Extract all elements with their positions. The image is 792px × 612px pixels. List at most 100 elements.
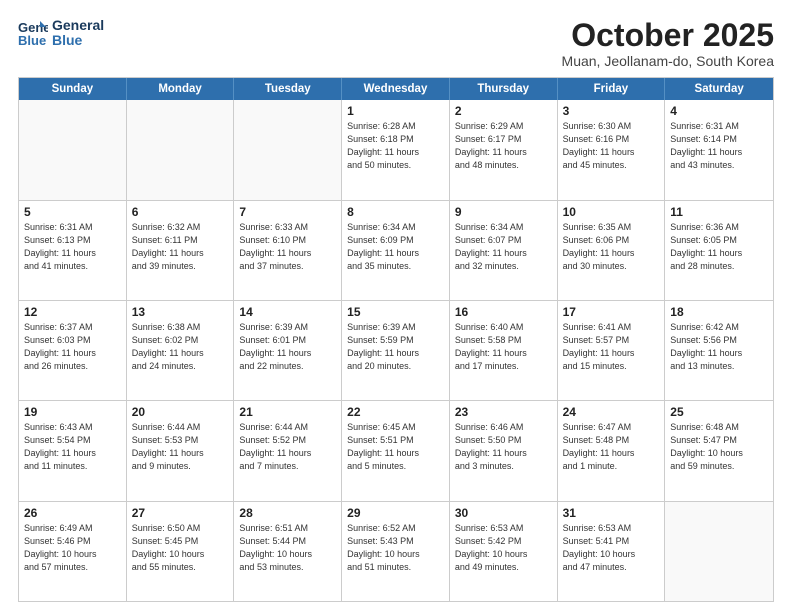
day-cell-3: 3 Sunrise: 6:30 AMSunset: 6:16 PMDaylight… — [558, 100, 666, 199]
day-cell-17: 17Sunrise: 6:41 AMSunset: 5:57 PMDayligh… — [558, 301, 666, 400]
day-number: 27 — [132, 506, 229, 520]
day-number: 2 — [455, 104, 552, 118]
header-day-monday: Monday — [127, 78, 235, 100]
day-cell-2: 2Sunrise: 6:29 AMSunset: 6:17 PMDaylight… — [450, 100, 558, 199]
cell-info: Sunrise: 6:49 AMSunset: 5:46 PMDaylight:… — [24, 522, 121, 574]
cell-info: Sunrise: 6:32 AMSunset: 6:11 PMDaylight:… — [132, 221, 229, 273]
cell-info: Sunrise: 6:30 AMSunset: 6:16 PMDaylight:… — [563, 120, 660, 172]
day-cell-24: 24 Sunrise: 6:47 AMSunset: 5:48 PMDayligh… — [558, 401, 666, 500]
cell-info: Sunrise: 6:53 AMSunset: 5:42 PMDaylight:… — [455, 522, 552, 574]
cell-info: Sunrise: 6:31 AMSunset: 6:13 PMDaylight:… — [24, 221, 121, 273]
header-day-thursday: Thursday — [450, 78, 558, 100]
svg-text:Blue: Blue — [18, 33, 46, 47]
location: Muan, Jeollanam-do, South Korea — [562, 53, 774, 69]
day-cell-4: 4 Sunrise: 6:31 AMSunset: 6:14 PMDaylight… — [665, 100, 773, 199]
cell-info: Sunrise: 6:34 AMSunset: 6:07 PMDaylight:… — [455, 221, 552, 273]
cell-info: Sunrise: 6:40 AMSunset: 5:58 PMDaylight:… — [455, 321, 552, 373]
day-cell-9: 9 Sunrise: 6:34 AMSunset: 6:07 PMDaylight… — [450, 201, 558, 300]
cell-info: Sunrise: 6:46 AMSunset: 5:50 PMDaylight:… — [455, 421, 552, 473]
header-day-tuesday: Tuesday — [234, 78, 342, 100]
day-number: 22 — [347, 405, 444, 419]
cell-info: Sunrise: 6:52 AMSunset: 5:43 PMDaylight:… — [347, 522, 444, 574]
cell-info: Sunrise: 6:36 AMSunset: 6:05 PMDaylight:… — [670, 221, 768, 273]
day-number: 28 — [239, 506, 336, 520]
calendar-body: 1Sunrise: 6:28 AMSunset: 6:18 PMDaylight… — [19, 100, 773, 601]
logo-line2: Blue — [52, 33, 104, 48]
empty-cell-0-1 — [127, 100, 235, 199]
cell-info: Sunrise: 6:39 AMSunset: 5:59 PMDaylight:… — [347, 321, 444, 373]
day-cell-28: 28 Sunrise: 6:51 AMSunset: 5:44 PMDayligh… — [234, 502, 342, 601]
day-cell-8: 8Sunrise: 6:34 AMSunset: 6:09 PMDaylight… — [342, 201, 450, 300]
day-number: 17 — [563, 305, 660, 319]
day-cell-13: 13 Sunrise: 6:38 AMSunset: 6:02 PMDayligh… — [127, 301, 235, 400]
calendar-row-2: 12Sunrise: 6:37 AMSunset: 6:03 PMDayligh… — [19, 300, 773, 400]
calendar-row-3: 19 Sunrise: 6:43 AMSunset: 5:54 PMDayligh… — [19, 400, 773, 500]
calendar-header: SundayMondayTuesdayWednesdayThursdayFrid… — [19, 78, 773, 100]
cell-info: Sunrise: 6:43 AMSunset: 5:54 PMDaylight:… — [24, 421, 121, 473]
day-cell-22: 22Sunrise: 6:45 AMSunset: 5:51 PMDayligh… — [342, 401, 450, 500]
title-area: October 2025 Muan, Jeollanam-do, South K… — [562, 18, 774, 69]
day-cell-29: 29 Sunrise: 6:52 AMSunset: 5:43 PMDayligh… — [342, 502, 450, 601]
day-number: 3 — [563, 104, 660, 118]
day-number: 15 — [347, 305, 444, 319]
day-number: 9 — [455, 205, 552, 219]
day-number: 10 — [563, 205, 660, 219]
day-cell-20: 20Sunrise: 6:44 AMSunset: 5:53 PMDayligh… — [127, 401, 235, 500]
day-number: 5 — [24, 205, 121, 219]
day-number: 20 — [132, 405, 229, 419]
cell-info: Sunrise: 6:44 AMSunset: 5:52 PMDaylight:… — [239, 421, 336, 473]
day-number: 6 — [132, 205, 229, 219]
day-cell-12: 12Sunrise: 6:37 AMSunset: 6:03 PMDayligh… — [19, 301, 127, 400]
day-number: 30 — [455, 506, 552, 520]
cell-info: Sunrise: 6:35 AMSunset: 6:06 PMDaylight:… — [563, 221, 660, 273]
day-cell-26: 26 Sunrise: 6:49 AMSunset: 5:46 PMDayligh… — [19, 502, 127, 601]
header-day-sunday: Sunday — [19, 78, 127, 100]
day-number: 24 — [563, 405, 660, 419]
cell-info: Sunrise: 6:34 AMSunset: 6:09 PMDaylight:… — [347, 221, 444, 273]
month-title: October 2025 — [562, 18, 774, 53]
header-day-saturday: Saturday — [665, 78, 773, 100]
header-day-wednesday: Wednesday — [342, 78, 450, 100]
day-number: 14 — [239, 305, 336, 319]
day-cell-1: 1Sunrise: 6:28 AMSunset: 6:18 PMDaylight… — [342, 100, 450, 199]
cell-info: Sunrise: 6:47 AMSunset: 5:48 PMDaylight:… — [563, 421, 660, 473]
cell-info: Sunrise: 6:50 AMSunset: 5:45 PMDaylight:… — [132, 522, 229, 574]
day-number: 16 — [455, 305, 552, 319]
day-cell-11: 11Sunrise: 6:36 AMSunset: 6:05 PMDayligh… — [665, 201, 773, 300]
day-cell-7: 7Sunrise: 6:33 AMSunset: 6:10 PMDaylight… — [234, 201, 342, 300]
cell-info: Sunrise: 6:51 AMSunset: 5:44 PMDaylight:… — [239, 522, 336, 574]
logo-line1: General — [52, 18, 104, 33]
calendar-row-4: 26 Sunrise: 6:49 AMSunset: 5:46 PMDayligh… — [19, 501, 773, 601]
day-number: 26 — [24, 506, 121, 520]
cell-info: Sunrise: 6:33 AMSunset: 6:10 PMDaylight:… — [239, 221, 336, 273]
day-number: 4 — [670, 104, 768, 118]
header-day-friday: Friday — [558, 78, 666, 100]
day-cell-23: 23 Sunrise: 6:46 AMSunset: 5:50 PMDayligh… — [450, 401, 558, 500]
day-number: 18 — [670, 305, 768, 319]
day-cell-18: 18 Sunrise: 6:42 AMSunset: 5:56 PMDayligh… — [665, 301, 773, 400]
day-cell-27: 27 Sunrise: 6:50 AMSunset: 5:45 PMDayligh… — [127, 502, 235, 601]
day-number: 25 — [670, 405, 768, 419]
day-cell-31: 31Sunrise: 6:53 AMSunset: 5:41 PMDayligh… — [558, 502, 666, 601]
cell-info: Sunrise: 6:31 AMSunset: 6:14 PMDaylight:… — [670, 120, 768, 172]
day-cell-25: 25 Sunrise: 6:48 AMSunset: 5:47 PMDayligh… — [665, 401, 773, 500]
day-number: 23 — [455, 405, 552, 419]
logo: General Blue General Blue — [18, 18, 104, 49]
day-cell-6: 6 Sunrise: 6:32 AMSunset: 6:11 PMDaylight… — [127, 201, 235, 300]
cell-info: Sunrise: 6:38 AMSunset: 6:02 PMDaylight:… — [132, 321, 229, 373]
day-number: 1 — [347, 104, 444, 118]
page: General Blue General Blue October 2025 M… — [0, 0, 792, 612]
calendar: SundayMondayTuesdayWednesdayThursdayFrid… — [18, 77, 774, 602]
cell-info: Sunrise: 6:42 AMSunset: 5:56 PMDaylight:… — [670, 321, 768, 373]
day-cell-10: 10 Sunrise: 6:35 AMSunset: 6:06 PMDayligh… — [558, 201, 666, 300]
day-number: 12 — [24, 305, 121, 319]
day-number: 29 — [347, 506, 444, 520]
cell-info: Sunrise: 6:39 AMSunset: 6:01 PMDaylight:… — [239, 321, 336, 373]
day-number: 19 — [24, 405, 121, 419]
day-cell-5: 5 Sunrise: 6:31 AMSunset: 6:13 PMDaylight… — [19, 201, 127, 300]
cell-info: Sunrise: 6:53 AMSunset: 5:41 PMDaylight:… — [563, 522, 660, 574]
day-number: 13 — [132, 305, 229, 319]
day-cell-21: 21Sunrise: 6:44 AMSunset: 5:52 PMDayligh… — [234, 401, 342, 500]
cell-info: Sunrise: 6:48 AMSunset: 5:47 PMDaylight:… — [670, 421, 768, 473]
empty-cell-0-0 — [19, 100, 127, 199]
